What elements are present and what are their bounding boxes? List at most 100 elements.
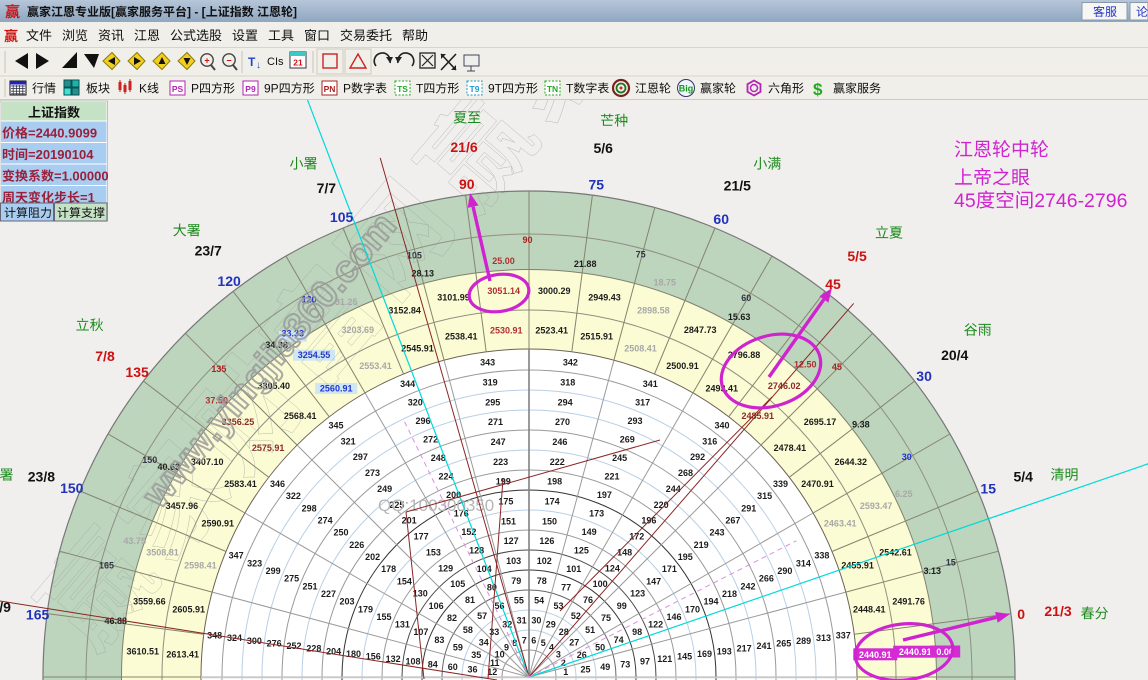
svg-text:30: 30 xyxy=(531,616,541,626)
svg-text:199: 199 xyxy=(496,477,511,487)
svg-text:2523.41: 2523.41 xyxy=(535,326,568,336)
svg-text:289: 289 xyxy=(796,636,811,646)
svg-text:30: 30 xyxy=(916,368,932,384)
svg-text:193: 193 xyxy=(717,646,732,656)
svg-text:267: 267 xyxy=(725,516,740,526)
svg-text:274: 274 xyxy=(318,516,333,526)
svg-text:T: T xyxy=(248,55,256,69)
svg-text:9.38: 9.38 xyxy=(852,420,870,430)
svg-text:178: 178 xyxy=(381,564,396,574)
svg-text:25: 25 xyxy=(580,665,590,675)
svg-text:339: 339 xyxy=(773,479,788,489)
svg-text:250: 250 xyxy=(333,528,348,538)
svg-text:344: 344 xyxy=(400,379,415,389)
svg-text:21: 21 xyxy=(293,58,303,68)
svg-text:165: 165 xyxy=(26,607,50,623)
svg-text:105: 105 xyxy=(450,579,465,589)
svg-text:21/3: 21/3 xyxy=(1044,603,1071,619)
svg-text:195: 195 xyxy=(678,552,693,562)
svg-text:58: 58 xyxy=(463,625,473,635)
svg-text:150: 150 xyxy=(60,480,84,496)
svg-text:169: 169 xyxy=(697,649,712,659)
svg-text:2545.91: 2545.91 xyxy=(401,343,434,353)
svg-text:43.75: 43.75 xyxy=(123,536,146,546)
svg-text:45: 45 xyxy=(832,362,842,372)
svg-text:2485.91: 2485.91 xyxy=(742,411,775,421)
svg-text:203: 203 xyxy=(339,597,354,607)
svg-text:2500.91: 2500.91 xyxy=(666,361,699,371)
svg-text:CIs: CIs xyxy=(267,56,284,68)
svg-text:15: 15 xyxy=(946,557,956,567)
svg-text:=1.00000: =1.00000 xyxy=(54,169,109,184)
svg-text:2898.58: 2898.58 xyxy=(637,306,670,316)
svg-text:29: 29 xyxy=(546,619,556,629)
svg-text:2448.41: 2448.41 xyxy=(853,604,886,614)
svg-text:273: 273 xyxy=(365,468,380,478)
svg-text:2470.91: 2470.91 xyxy=(801,479,834,489)
svg-text:90: 90 xyxy=(459,176,475,192)
svg-text:6: 6 xyxy=(531,635,536,645)
svg-text:123: 123 xyxy=(630,589,645,599)
svg-text:98: 98 xyxy=(632,627,642,637)
svg-text:2590.91: 2590.91 xyxy=(202,519,235,529)
svg-text:346: 346 xyxy=(270,479,285,489)
svg-text:271: 271 xyxy=(488,417,503,427)
svg-text:151: 151 xyxy=(501,516,516,526)
svg-text:102: 102 xyxy=(537,556,552,566)
svg-text:100: 100 xyxy=(593,579,608,589)
svg-text:59: 59 xyxy=(453,643,463,653)
svg-text:7/7: 7/7 xyxy=(317,180,337,196)
svg-text:243: 243 xyxy=(709,528,724,538)
svg-text:K: K xyxy=(139,82,147,96)
svg-text:125: 125 xyxy=(574,545,589,555)
svg-text:3.13: 3.13 xyxy=(924,566,942,576)
svg-text:245: 245 xyxy=(612,453,627,463)
svg-text:221: 221 xyxy=(604,472,619,482)
svg-text:314: 314 xyxy=(796,558,811,568)
svg-text:340: 340 xyxy=(714,421,729,431)
svg-text:5/4: 5/4 xyxy=(1013,468,1033,484)
svg-text:−: − xyxy=(226,56,231,66)
svg-text:5: 5 xyxy=(541,638,546,648)
svg-text:244: 244 xyxy=(666,484,681,494)
svg-text:60: 60 xyxy=(741,293,751,303)
svg-text:318: 318 xyxy=(560,378,575,388)
svg-text:103: 103 xyxy=(506,556,521,566)
svg-text:P: P xyxy=(343,82,351,96)
svg-text:1: 1 xyxy=(563,667,568,677)
svg-text:343: 343 xyxy=(480,358,495,368)
svg-text:174: 174 xyxy=(545,497,560,507)
svg-text:150: 150 xyxy=(542,516,557,526)
svg-text:202: 202 xyxy=(365,552,380,562)
svg-text:148: 148 xyxy=(617,547,632,557)
svg-text:249: 249 xyxy=(377,484,392,494)
svg-text:338: 338 xyxy=(814,551,829,561)
svg-text:217: 217 xyxy=(737,644,752,654)
svg-text:268: 268 xyxy=(678,468,693,478)
svg-text:83: 83 xyxy=(434,635,444,645)
svg-text:3610.51: 3610.51 xyxy=(127,647,160,657)
svg-text:292: 292 xyxy=(690,452,705,462)
svg-text:198: 198 xyxy=(547,477,562,487)
svg-text:2491.76: 2491.76 xyxy=(892,597,925,607)
svg-text:2593.47: 2593.47 xyxy=(860,501,893,511)
svg-text:313: 313 xyxy=(816,633,831,643)
svg-text:9: 9 xyxy=(504,643,509,653)
svg-text:23/8: 23/8 xyxy=(28,469,55,485)
svg-text:]: ] xyxy=(293,5,297,19)
svg-text:9P: 9P xyxy=(264,82,279,96)
svg-text:75: 75 xyxy=(589,177,605,193)
svg-text:126: 126 xyxy=(539,536,554,546)
svg-text:2542.61: 2542.61 xyxy=(879,548,912,558)
svg-text:15.63: 15.63 xyxy=(728,312,751,322)
svg-text:120: 120 xyxy=(217,273,241,289)
svg-text:=2440.9099: =2440.9099 xyxy=(28,126,97,141)
svg-text:337: 337 xyxy=(836,631,851,641)
svg-text:124: 124 xyxy=(605,563,620,573)
svg-text:5/6: 5/6 xyxy=(593,140,613,156)
svg-text:2440.91: 2440.91 xyxy=(859,650,892,660)
svg-text:2568.41: 2568.41 xyxy=(284,411,317,421)
svg-text:31: 31 xyxy=(517,616,527,626)
svg-text:$: $ xyxy=(813,80,823,99)
svg-text:2508.41: 2508.41 xyxy=(624,343,657,353)
